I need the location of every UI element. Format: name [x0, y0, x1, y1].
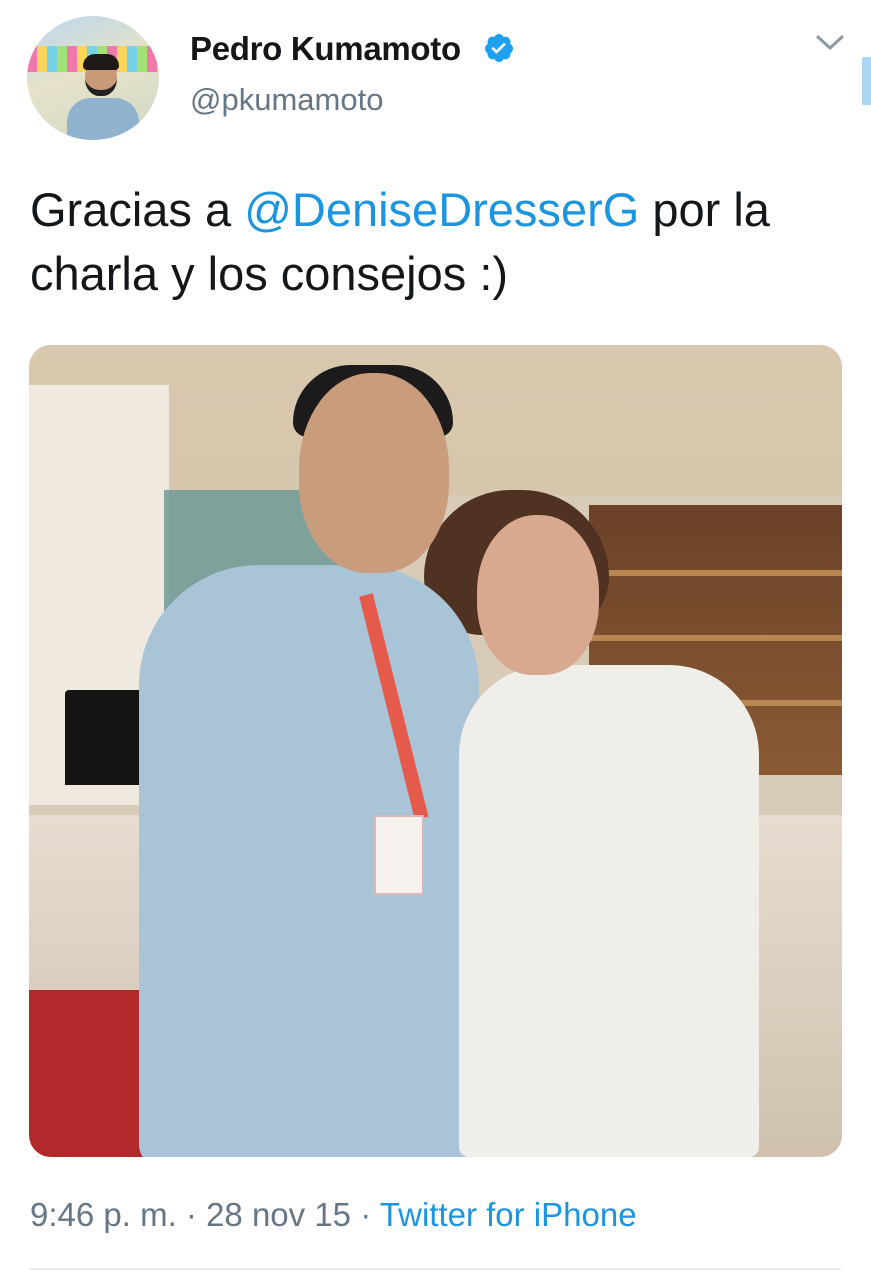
author-handle[interactable]: @pkumamoto — [190, 82, 383, 118]
avatar-hair — [83, 54, 119, 70]
meta-separator: · — [351, 1196, 380, 1233]
tweet-time: 9:46 p. m. — [30, 1196, 177, 1233]
photo-man-shirt — [139, 565, 479, 1157]
photo-badge — [374, 815, 424, 895]
mention-link[interactable]: @DeniseDresserG — [244, 183, 639, 236]
tweet-photo[interactable] — [29, 345, 842, 1157]
tweet-meta: 9:46 p. m. · 28 nov 15 · Twitter for iPh… — [30, 1196, 637, 1234]
avatar-shirt — [67, 98, 139, 140]
author-name[interactable]: Pedro Kumamoto — [190, 30, 461, 68]
photo-bar-shelf — [589, 570, 842, 576]
tweet-date: 28 nov 15 — [206, 1196, 352, 1233]
photo-bar-shelf — [589, 635, 842, 641]
meta-separator: · — [176, 1196, 207, 1233]
tweet-text: Gracias a @DeniseDresserG por la charla … — [30, 178, 850, 306]
photo-woman-jacket — [459, 665, 759, 1157]
verified-badge-icon — [484, 34, 513, 62]
chevron-down-icon[interactable] — [815, 33, 845, 53]
divider — [30, 1268, 841, 1270]
photo-woman-face — [477, 515, 599, 675]
tweet-text-prefix: Gracias a — [30, 183, 245, 236]
photo-man-face — [299, 373, 449, 573]
scrollbar[interactable] — [862, 57, 871, 105]
tweet-source-link[interactable]: Twitter for iPhone — [380, 1196, 637, 1233]
avatar[interactable] — [27, 16, 159, 140]
